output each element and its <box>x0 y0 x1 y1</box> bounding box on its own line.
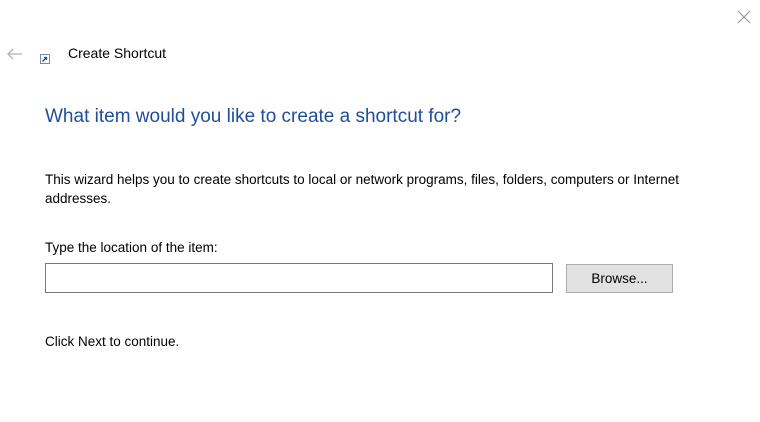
back-button[interactable] <box>4 44 26 64</box>
wizard-description: This wizard helps you to create shortcut… <box>45 172 680 206</box>
location-label: Type the location of the item: <box>45 240 218 255</box>
close-button[interactable] <box>732 6 756 28</box>
create-shortcut-dialog: Create Shortcut What item would you like… <box>0 0 760 422</box>
shortcut-icon <box>40 54 50 64</box>
location-input[interactable] <box>45 263 553 293</box>
next-hint-text: Click Next to continue. <box>45 334 180 349</box>
window-title: Create Shortcut <box>68 45 167 61</box>
page-heading: What item would you like to create a sho… <box>45 106 462 127</box>
browse-button[interactable]: Browse... <box>566 264 673 293</box>
back-arrow-icon <box>7 48 22 60</box>
close-icon <box>737 10 751 24</box>
